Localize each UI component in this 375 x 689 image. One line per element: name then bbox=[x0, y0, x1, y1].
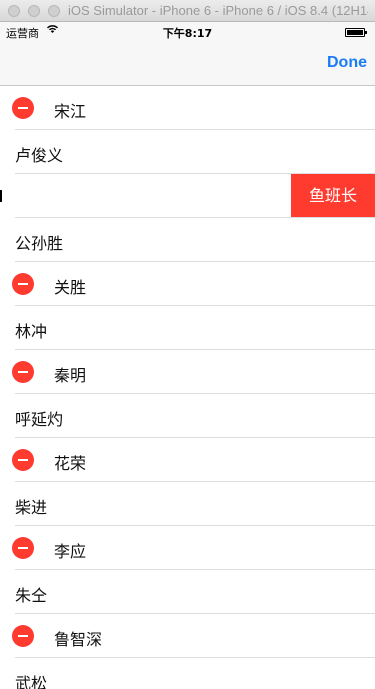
delete-minus-icon[interactable] bbox=[12, 361, 34, 383]
row-label: 呼延灼 bbox=[15, 410, 64, 429]
table-row[interactable]: 秦明 bbox=[0, 350, 375, 394]
table-row[interactable]: 武松 bbox=[0, 658, 375, 689]
window-title: iOS Simulator - iPhone 6 - iPhone 6 / iO… bbox=[68, 3, 368, 18]
table-row[interactable]: 宋江 bbox=[0, 86, 375, 130]
close-window-button[interactable] bbox=[8, 5, 20, 17]
row-label: 公孙胜 bbox=[15, 234, 64, 253]
done-button[interactable]: Done bbox=[327, 54, 367, 72]
table-row[interactable]: 呼延灼 bbox=[0, 394, 375, 438]
delete-minus-icon[interactable] bbox=[12, 625, 34, 647]
cell-edge-marker bbox=[0, 190, 2, 202]
row-label: 朱仝 bbox=[15, 586, 48, 605]
row-label: 秦明 bbox=[54, 366, 87, 385]
table-view[interactable]: 宋江卢俊义吴用鱼班长公孙胜关胜林冲秦明呼延灼花荣柴进李应朱仝鲁智深武松 bbox=[0, 86, 375, 689]
row-label: 关胜 bbox=[54, 278, 87, 297]
table-row[interactable]: 卢俊义 bbox=[0, 130, 375, 174]
table-row[interactable]: 林冲 bbox=[0, 306, 375, 350]
table-row[interactable]: 花荣 bbox=[0, 438, 375, 482]
status-bar: 运营商 下午8:17 bbox=[0, 22, 375, 42]
row-label: 鲁智深 bbox=[54, 630, 103, 649]
row-label: 李应 bbox=[54, 542, 87, 561]
row-label: 柴进 bbox=[15, 498, 48, 517]
delete-button[interactable]: 鱼班长 bbox=[291, 174, 375, 218]
table-row[interactable]: 鲁智深 bbox=[0, 614, 375, 658]
battery-icon bbox=[345, 28, 367, 37]
navigation-bar: Done bbox=[0, 42, 375, 86]
table-row[interactable]: 吴用鱼班长 bbox=[0, 174, 375, 218]
minimize-window-button[interactable] bbox=[28, 5, 40, 17]
delete-minus-icon[interactable] bbox=[12, 97, 34, 119]
table-row[interactable]: 李应 bbox=[0, 526, 375, 570]
row-label: 花荣 bbox=[54, 454, 87, 473]
row-label: 宋江 bbox=[54, 102, 87, 121]
row-label: 卢俊义 bbox=[15, 146, 64, 165]
simulator-title-bar: iOS Simulator - iPhone 6 - iPhone 6 / iO… bbox=[0, 0, 375, 22]
row-label: 林冲 bbox=[15, 322, 48, 341]
delete-minus-icon[interactable] bbox=[12, 537, 34, 559]
table-row[interactable]: 公孙胜 bbox=[0, 218, 375, 262]
delete-minus-icon[interactable] bbox=[12, 273, 34, 295]
zoom-window-button[interactable] bbox=[48, 5, 60, 17]
delete-minus-icon[interactable] bbox=[12, 449, 34, 471]
row-label: 武松 bbox=[15, 674, 48, 689]
table-row[interactable]: 朱仝 bbox=[0, 570, 375, 614]
status-time: 下午8:17 bbox=[162, 27, 213, 40]
table-row[interactable]: 柴进 bbox=[0, 482, 375, 526]
table-row[interactable]: 关胜 bbox=[0, 262, 375, 306]
